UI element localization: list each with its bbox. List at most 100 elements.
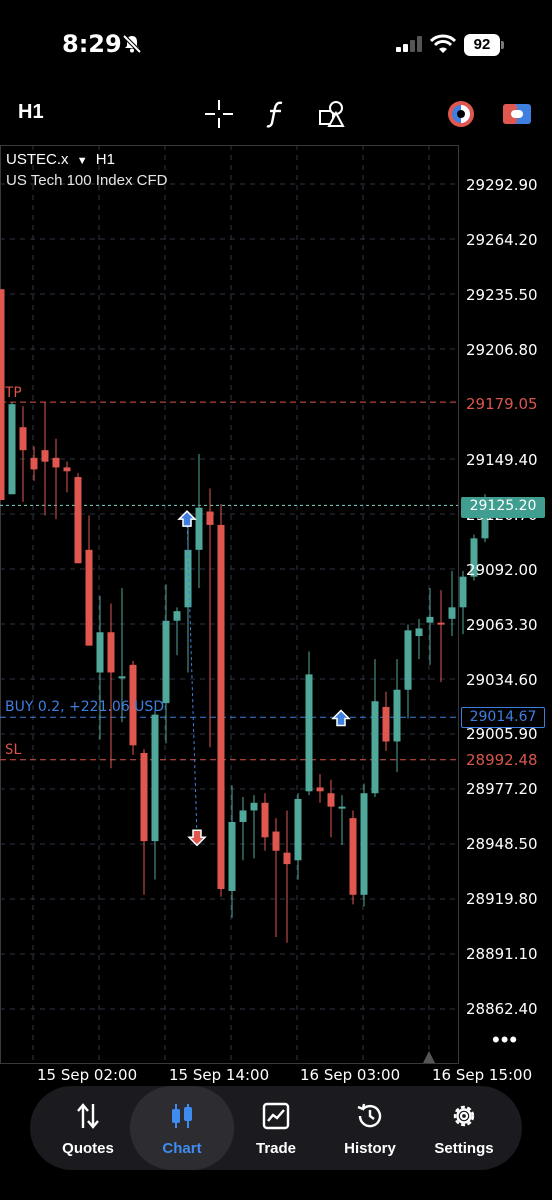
history-clock-icon [357, 1103, 382, 1128]
price-tick: 29292.90 [466, 176, 538, 194]
nav-label: Settings [434, 1140, 494, 1157]
candle-body [217, 524, 225, 890]
symbol-name: USTEC.x [6, 151, 69, 168]
position-price-box: 29014.67 [461, 707, 545, 728]
candle-body [239, 810, 247, 822]
candle-body [305, 674, 313, 792]
nav-trade[interactable]: Trade [228, 1086, 324, 1170]
trade-connector [186, 519, 198, 838]
candle-body [30, 457, 38, 470]
candle-body [316, 787, 324, 792]
bell-off-icon [122, 34, 142, 54]
symbol-header[interactable]: USTEC.x ▼ H1 [6, 151, 115, 168]
candle-body [371, 701, 379, 794]
price-chart[interactable]: USTEC.x ▼ H1 US Tech 100 Index CFD TP BU… [0, 145, 552, 1084]
price-tick: 28862.40 [466, 1000, 538, 1018]
date-tick: 16 Sep 03:00 [300, 1066, 401, 1084]
candle-body [283, 852, 291, 865]
candle-body [41, 450, 49, 462]
candle-body [162, 620, 170, 704]
price-tick: 29092.00 [466, 561, 538, 579]
candle-body [173, 611, 181, 621]
symbol-dropdown-icon: ▼ [76, 155, 88, 167]
candle-body [459, 576, 467, 608]
symbol-description: US Tech 100 Index CFD [6, 172, 168, 189]
buy-marker-icon[interactable] [177, 510, 197, 527]
candle-body [195, 507, 203, 550]
date-tick: 15 Sep 02:00 [37, 1066, 138, 1084]
nav-label: History [344, 1140, 396, 1157]
price-tick: 29264.20 [466, 231, 538, 249]
bottom-navigation: Quotes Chart Trade History Settings [30, 1086, 522, 1170]
candle-body [184, 549, 192, 608]
nav-history[interactable]: History [322, 1086, 418, 1170]
candle-body [85, 549, 93, 646]
candle-body [415, 628, 423, 637]
chart-candles-icon [172, 1104, 192, 1128]
nav-label: Chart [162, 1140, 202, 1157]
candle-body [382, 706, 390, 742]
plot-border [0, 145, 459, 1064]
tp-label[interactable]: TP [5, 385, 22, 401]
indicator-f-icon[interactable] [262, 99, 292, 129]
nav-settings[interactable]: Settings [416, 1086, 512, 1170]
candle-body [151, 714, 159, 842]
price-tick: 28948.50 [466, 835, 538, 853]
price-tick: 29235.50 [466, 286, 538, 304]
candle-body [96, 632, 104, 673]
candle-body [8, 404, 16, 495]
price-tick: 28919.80 [466, 890, 538, 908]
buy-marker-icon[interactable] [331, 709, 351, 727]
candle-body [19, 427, 27, 451]
crosshair-icon[interactable] [204, 99, 234, 129]
chart-toolbar: H1 [0, 95, 552, 137]
nav-chart[interactable]: Chart [130, 1086, 234, 1170]
tp-price: 29179.05 [466, 395, 538, 413]
candle-body [349, 818, 357, 895]
candle-body [52, 457, 60, 468]
timeframe-button[interactable]: H1 [18, 101, 44, 124]
date-tick: 16 Sep 15:00 [432, 1066, 533, 1084]
candle-body [404, 630, 412, 690]
candle-body [140, 752, 148, 842]
candle-body [393, 689, 401, 742]
color-scheme-icon[interactable] [446, 99, 476, 129]
more-options-button[interactable]: ••• [492, 1027, 518, 1053]
objects-icon[interactable] [318, 99, 348, 129]
sl-price: 28992.48 [466, 751, 538, 769]
candle-body [360, 793, 368, 895]
candle-body [107, 632, 115, 673]
current-price-box: 29125.20 [461, 497, 545, 518]
symbol-timeframe: H1 [95, 151, 115, 168]
wifi-icon [430, 34, 456, 53]
nav-quotes[interactable]: Quotes [40, 1086, 136, 1170]
candle-body [63, 467, 71, 472]
trade-chart-icon [262, 1102, 290, 1130]
sell-marker-icon[interactable] [187, 829, 207, 847]
scroll-end-icon [423, 1051, 435, 1063]
nav-label: Trade [255, 1140, 297, 1157]
candle-body [338, 806, 346, 809]
sl-label[interactable]: SL [5, 742, 22, 758]
candle-body [206, 511, 214, 525]
battery-icon: 92 [464, 34, 504, 56]
price-tick: 29063.30 [466, 616, 538, 634]
status-time: 8:29 [62, 30, 122, 58]
quotes-arrows-icon [77, 1103, 99, 1129]
status-bar: 8:29 92 [0, 0, 552, 90]
one-click-trading-icon[interactable] [502, 99, 532, 129]
price-tick: 29206.80 [466, 341, 538, 359]
price-tick: 29149.40 [466, 451, 538, 469]
candle-body [294, 798, 302, 861]
candle-body [327, 793, 335, 807]
candle-body [426, 616, 434, 623]
cell-signal-icon [396, 36, 422, 52]
candle-body [250, 802, 258, 811]
candle-body [437, 622, 445, 625]
candle-body [74, 477, 82, 564]
candle-body [0, 289, 5, 501]
price-tick: 28977.20 [466, 780, 538, 798]
chart-canvas[interactable] [0, 145, 552, 1065]
position-label[interactable]: BUY 0.2, +221.06 USD [5, 699, 164, 715]
candle-body [261, 802, 269, 838]
